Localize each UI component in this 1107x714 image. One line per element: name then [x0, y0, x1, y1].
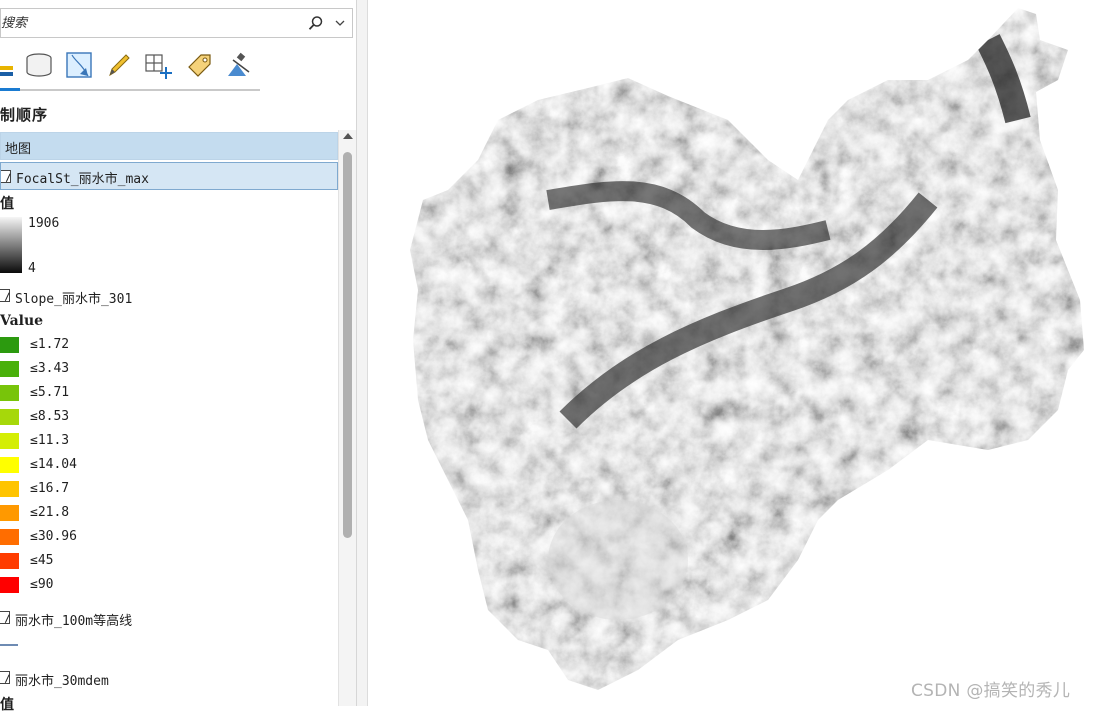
legend-low-value: 4 [28, 261, 36, 276]
label-tag-icon[interactable] [184, 50, 214, 80]
legend-swatch[interactable] [0, 337, 19, 353]
layer-slope[interactable]: Slope_丽水市_301 [0, 284, 338, 308]
legend-swatch[interactable] [0, 433, 19, 449]
layer-visibility-checkbox[interactable] [0, 671, 10, 684]
database-icon[interactable] [24, 50, 54, 80]
legend-swatch[interactable] [0, 529, 19, 545]
legend-swatch[interactable] [0, 577, 19, 593]
add-grid-icon[interactable] [143, 50, 173, 80]
legend-heading: 值 [0, 697, 14, 713]
layer-name: FocalSt_丽水市_max [16, 172, 149, 187]
legend-class-label: ≤14.04 [30, 457, 77, 472]
legend-class-label: ≤8.53 [30, 409, 70, 424]
contents-pane: 制顺序 地图 FocalSt_丽水市_max 值 1906 4 Slope_丽水… [0, 0, 356, 713]
toolbar-divider [0, 89, 260, 91]
contour-legend-line [0, 644, 18, 646]
legend-class-label: ≤45 [30, 553, 54, 568]
pane-splitter[interactable] [356, 0, 368, 706]
satellite-icon[interactable] [224, 50, 254, 80]
legend-class-label: ≤11.3 [30, 433, 70, 448]
layer-visibility-checkbox[interactable] [1, 170, 11, 183]
layer-contour[interactable]: 丽水市_100m等高线 [0, 606, 338, 630]
legend-class-label: ≤3.43 [30, 361, 70, 376]
edit-pencil-icon[interactable] [104, 50, 134, 80]
layer-dem[interactable]: 丽水市_30mdem [0, 666, 338, 690]
legend-class-label: ≤30.96 [30, 529, 77, 544]
map-node[interactable]: 地图 [0, 132, 338, 160]
scroll-up-arrow-icon[interactable] [343, 133, 353, 139]
layer-name: 丽水市_30mdem [15, 674, 109, 689]
map-label: 地图 [5, 142, 32, 157]
legend-swatch[interactable] [0, 385, 19, 401]
map-frame-icon[interactable] [64, 50, 94, 80]
legend-class-label: ≤90 [30, 577, 54, 592]
layer-visibility-checkbox[interactable] [0, 611, 10, 624]
layers-icon[interactable] [0, 50, 16, 80]
toolbar [0, 46, 262, 92]
legend-class-label: ≤16.7 [30, 481, 70, 496]
map-view[interactable] [368, 0, 1107, 706]
panel-title: 制顺序 [0, 106, 49, 124]
layer-tree: 地图 FocalSt_丽水市_max 值 1906 4 Slope_丽水市_30… [0, 130, 338, 713]
search-input[interactable] [1, 13, 291, 33]
legend-swatch[interactable] [0, 553, 19, 569]
legend-swatch[interactable] [0, 361, 19, 377]
legend-class-label: ≤5.71 [30, 385, 70, 400]
search-box[interactable] [0, 8, 353, 38]
legend-swatch[interactable] [0, 457, 19, 473]
scroll-thumb[interactable] [343, 152, 352, 538]
chevron-down-icon[interactable] [334, 17, 346, 29]
layer-visibility-checkbox[interactable] [0, 289, 10, 302]
legend-swatch[interactable] [0, 409, 19, 425]
layer-name: 丽水市_100m等高线 [15, 614, 133, 629]
watermark: CSDN @搞笑的秀儿 [911, 681, 1071, 701]
legend-class-label: ≤21.8 [30, 505, 70, 520]
legend-swatch[interactable] [0, 481, 19, 497]
legend-gradient [0, 217, 22, 273]
layer-focalst[interactable]: FocalSt_丽水市_max [0, 162, 338, 190]
active-tab-indicator [0, 88, 20, 91]
tree-scrollbar[interactable] [338, 130, 356, 706]
layer-name: Slope_丽水市_301 [15, 292, 133, 307]
search-icon[interactable] [308, 15, 324, 31]
legend-heading: Value [0, 313, 44, 329]
legend-high-value: 1906 [28, 216, 60, 231]
legend-class-label: ≤1.72 [30, 337, 70, 352]
legend-swatch[interactable] [0, 505, 19, 521]
legend-heading: 值 [0, 196, 14, 212]
dem-raster [410, 8, 1084, 690]
